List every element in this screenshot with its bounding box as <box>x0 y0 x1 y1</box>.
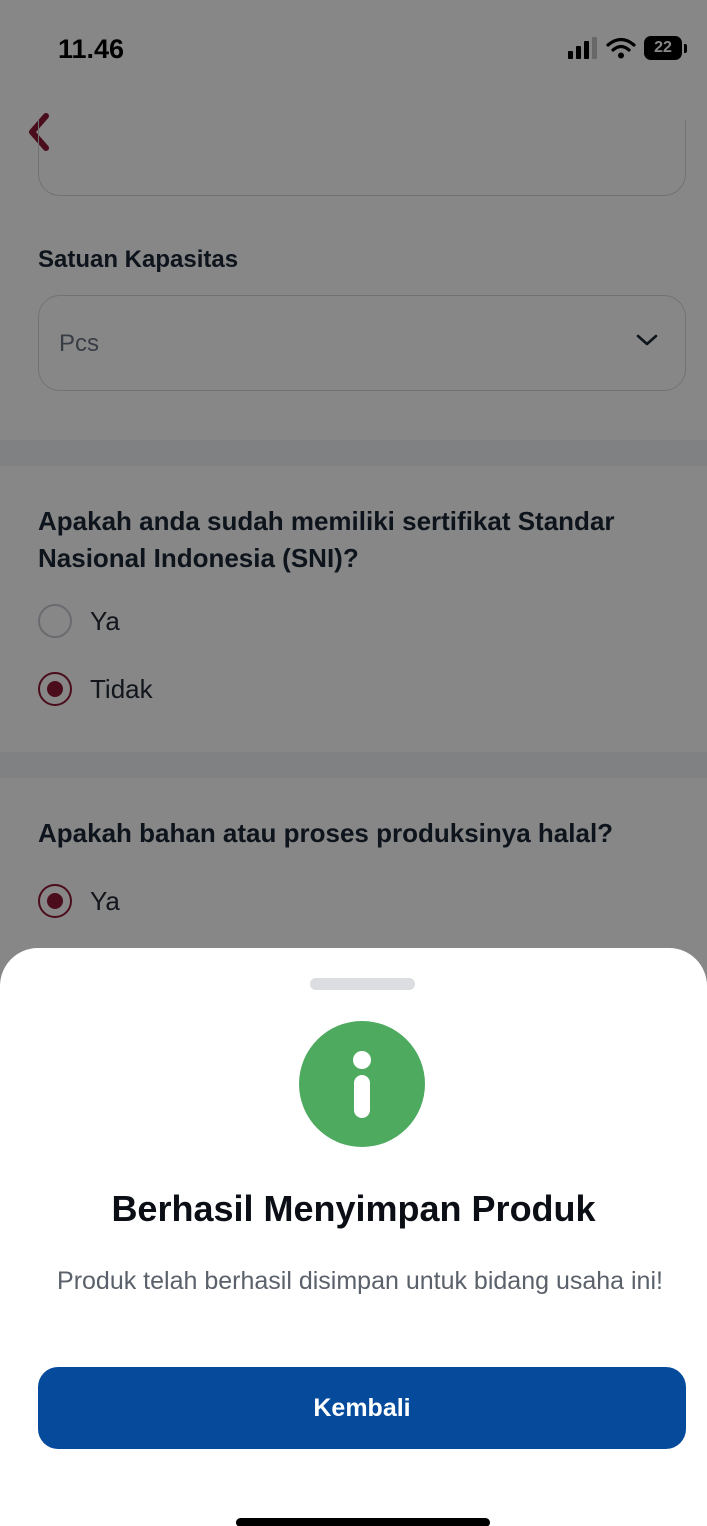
sheet-drag-handle[interactable] <box>310 978 415 990</box>
modal-message: Produk telah berhasil disimpan untuk bid… <box>57 1267 663 1295</box>
kembali-button[interactable]: Kembali <box>38 1367 686 1449</box>
modal-title: Berhasil Menyimpan Produk <box>111 1188 596 1229</box>
home-indicator[interactable] <box>236 1518 490 1526</box>
success-bottom-sheet: Berhasil Menyimpan Produk Produk telah b… <box>0 948 707 1526</box>
info-icon <box>299 1021 425 1147</box>
